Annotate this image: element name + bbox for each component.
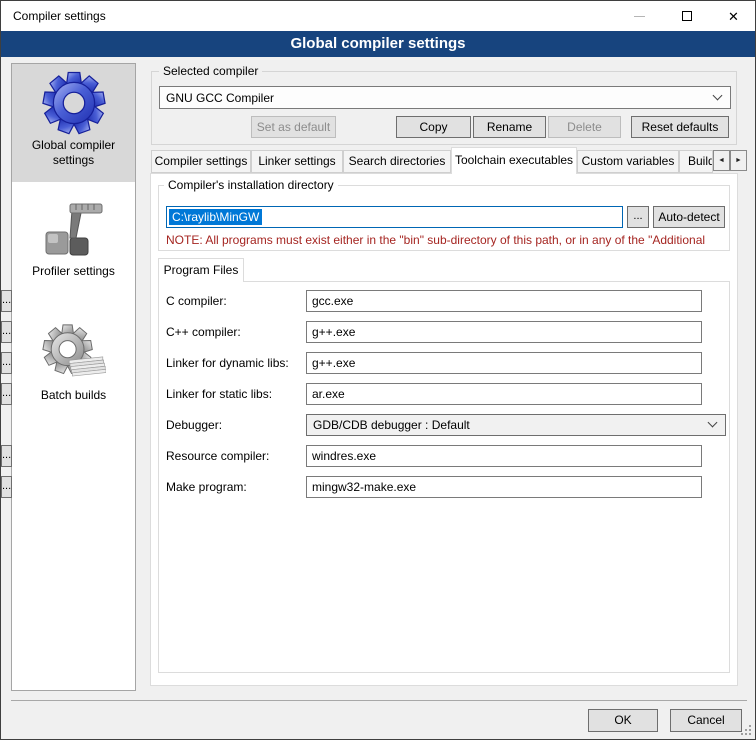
sidebar-item-profiler-settings[interactable]: Profiler settings [12,192,135,300]
chevron-down-icon [708,418,718,428]
static-linker-input[interactable] [306,383,702,405]
maximize-button[interactable] [664,1,709,31]
tab-scroll-left-button[interactable]: ◄ [713,150,730,171]
tab-toolchain-executables[interactable]: Toolchain executables [451,147,577,174]
close-button[interactable]: ✕ [711,1,756,31]
sidebar-item-label: Batch builds [12,388,135,409]
minimize-icon [634,16,645,17]
dynamic-linker-label: Linker for dynamic libs: [166,356,289,370]
footer-divider [11,700,747,701]
debugger-select-value: GDB/CDB debugger : Default [313,418,470,432]
copy-button[interactable]: Copy [396,116,471,138]
compiler-select[interactable]: GNU GCC Compiler [159,86,731,109]
cpp-compiler-input[interactable] [306,321,702,343]
minimize-button[interactable] [617,1,662,31]
sidebar-item-global-compiler-settings[interactable]: Global compiler settings [12,64,135,182]
tab-linker-settings[interactable]: Linker settings [251,150,343,173]
selected-compiler-group-label: Selected compiler [159,64,262,78]
sidebar-item-label: Profiler settings [12,264,135,285]
subtab-program-files[interactable]: Program Files [158,258,244,282]
c-compiler-input[interactable] [306,290,702,312]
resource-compiler-label: Resource compiler: [166,449,269,463]
tab-custom-variables[interactable]: Custom variables [577,150,679,173]
dynamic-linker-input[interactable] [306,352,702,374]
cpp-compiler-browse-button[interactable]: ... [1,321,12,343]
static-linker-label: Linker for static libs: [166,387,272,401]
make-program-input[interactable] [306,476,702,498]
installation-directory-browse-button[interactable]: ... [627,206,649,228]
resource-compiler-input[interactable] [306,445,702,467]
sidebar-item-batch-builds[interactable]: Batch builds [12,316,135,416]
tab-compiler-settings[interactable]: Compiler settings [151,150,251,173]
installation-directory-input[interactable]: C:\raylib\MinGW [166,206,623,228]
maximize-icon [682,11,692,21]
installation-directory-group-label: Compiler's installation directory [164,178,338,192]
cancel-button[interactable]: Cancel [670,709,742,732]
gear-stack-icon [42,322,106,386]
sidebar-item-label: Global compiler settings [12,138,135,174]
installation-directory-selected-text: C:\raylib\MinGW [169,209,262,225]
resource-compiler-browse-button[interactable]: ... [1,445,12,467]
debugger-select[interactable]: GDB/CDB debugger : Default [306,414,726,436]
dynamic-linker-browse-button[interactable]: ... [1,352,12,374]
make-program-browse-button[interactable]: ... [1,476,12,498]
static-linker-browse-button[interactable]: ... [1,383,12,405]
caliper-blocks-icon [42,198,106,262]
settings-category-list: Global compiler settings Profiler settin… [11,63,136,691]
chevron-down-icon [713,90,723,100]
tab-scroll-left-icon: ◄ [718,157,725,164]
tab-scroll-right-icon: ► [735,157,742,164]
tab-scroll-right-button[interactable]: ► [730,150,747,171]
make-program-label: Make program: [166,480,247,494]
c-compiler-browse-button[interactable]: ... [1,290,12,312]
set-as-default-button[interactable]: Set as default [251,116,336,138]
debugger-label: Debugger: [166,418,222,432]
resize-grip[interactable] [740,724,752,736]
compiler-settings-dialog: Compiler settings ✕ Global compiler sett… [0,0,756,740]
delete-button[interactable]: Delete [548,116,621,138]
reset-defaults-button[interactable]: Reset defaults [631,116,729,138]
title-bar: Compiler settings ✕ [1,1,755,31]
gear-blue-icon [41,70,107,136]
bin-subdirectory-note: NOTE: All programs must exist either in … [166,233,730,247]
ok-button[interactable]: OK [588,709,658,732]
rename-button[interactable]: Rename [473,116,546,138]
compiler-select-value: GNU GCC Compiler [166,91,274,105]
page-title: Global compiler settings [1,31,755,57]
window-title: Compiler settings [13,9,106,23]
cpp-compiler-label: C++ compiler: [166,325,241,339]
c-compiler-label: C compiler: [166,294,227,308]
close-icon: ✕ [728,10,739,23]
tab-search-directories[interactable]: Search directories [343,150,451,173]
tab-build-options-truncated[interactable]: Build [679,150,713,173]
auto-detect-button[interactable]: Auto-detect [653,206,725,228]
